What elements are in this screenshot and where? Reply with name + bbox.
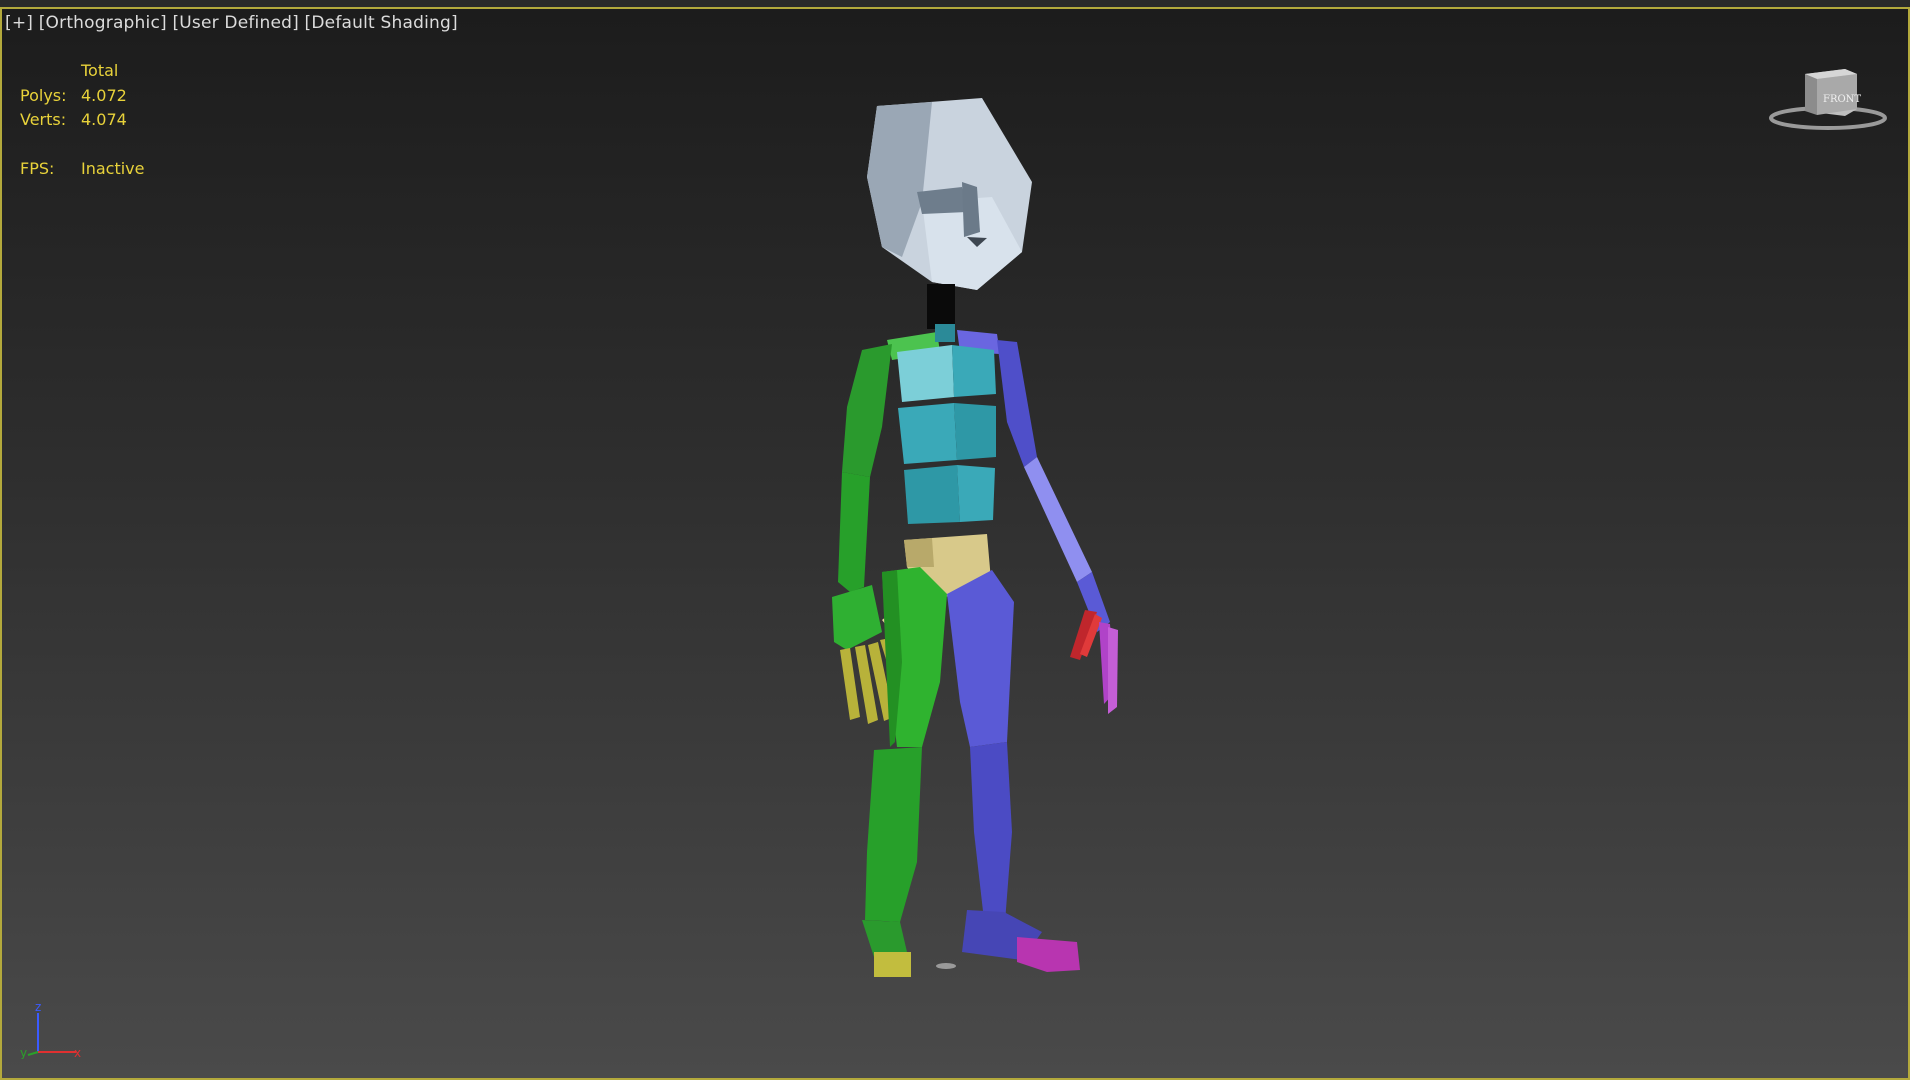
biped-spine[interactable] (897, 345, 996, 524)
biped-character[interactable] (832, 98, 1118, 977)
biped-right-leg[interactable] (947, 570, 1042, 960)
fps-value: Inactive (81, 159, 145, 178)
viewcube-icon[interactable]: FRONT (1765, 59, 1895, 149)
polys-value: 4.072 (81, 85, 127, 105)
biped-left-arm[interactable] (832, 344, 892, 650)
viewport-scene[interactable] (2, 9, 1908, 1078)
axis-tripod-icon: z x y (20, 1000, 81, 1059)
axis-x-label: x (74, 1046, 81, 1059)
axis-y-label: y (20, 1046, 27, 1059)
verts-value: 4.074 (81, 110, 127, 129)
axis-z-label: z (35, 1000, 41, 1014)
view-type-button[interactable]: [Orthographic] (39, 13, 167, 33)
biped-spine-top[interactable] (935, 324, 955, 342)
fps-label: FPS: (20, 159, 55, 178)
perspective-viewport[interactable]: [+] [Orthographic] [User Defined] [Defau… (0, 7, 1910, 1080)
shading-mode-button[interactable]: [Default Shading] (305, 13, 458, 33)
viewport-menu-button[interactable]: [+] (5, 13, 33, 33)
polys-label: Polys: (20, 85, 67, 105)
biped-left-toe[interactable] (874, 952, 911, 977)
view-mode-button[interactable]: [User Defined] (172, 13, 299, 33)
biped-right-fingers[interactable] (1070, 610, 1118, 714)
viewport-label[interactable]: [+] [Orthographic] [User Defined] [Defau… (5, 13, 458, 33)
biped-right-toe[interactable] (1017, 937, 1080, 972)
verts-label: Verts: (20, 110, 67, 129)
stats-total-header: Total (81, 61, 119, 80)
viewcube-front-label[interactable]: FRONT (1823, 94, 1861, 105)
biped-head[interactable] (867, 98, 1032, 290)
biped-right-arm[interactable] (997, 340, 1110, 632)
scene-statistics: Total Polys: 4.072 Verts: 4.074 FPS: Inacti… (20, 59, 145, 182)
biped-neck[interactable] (927, 284, 955, 329)
